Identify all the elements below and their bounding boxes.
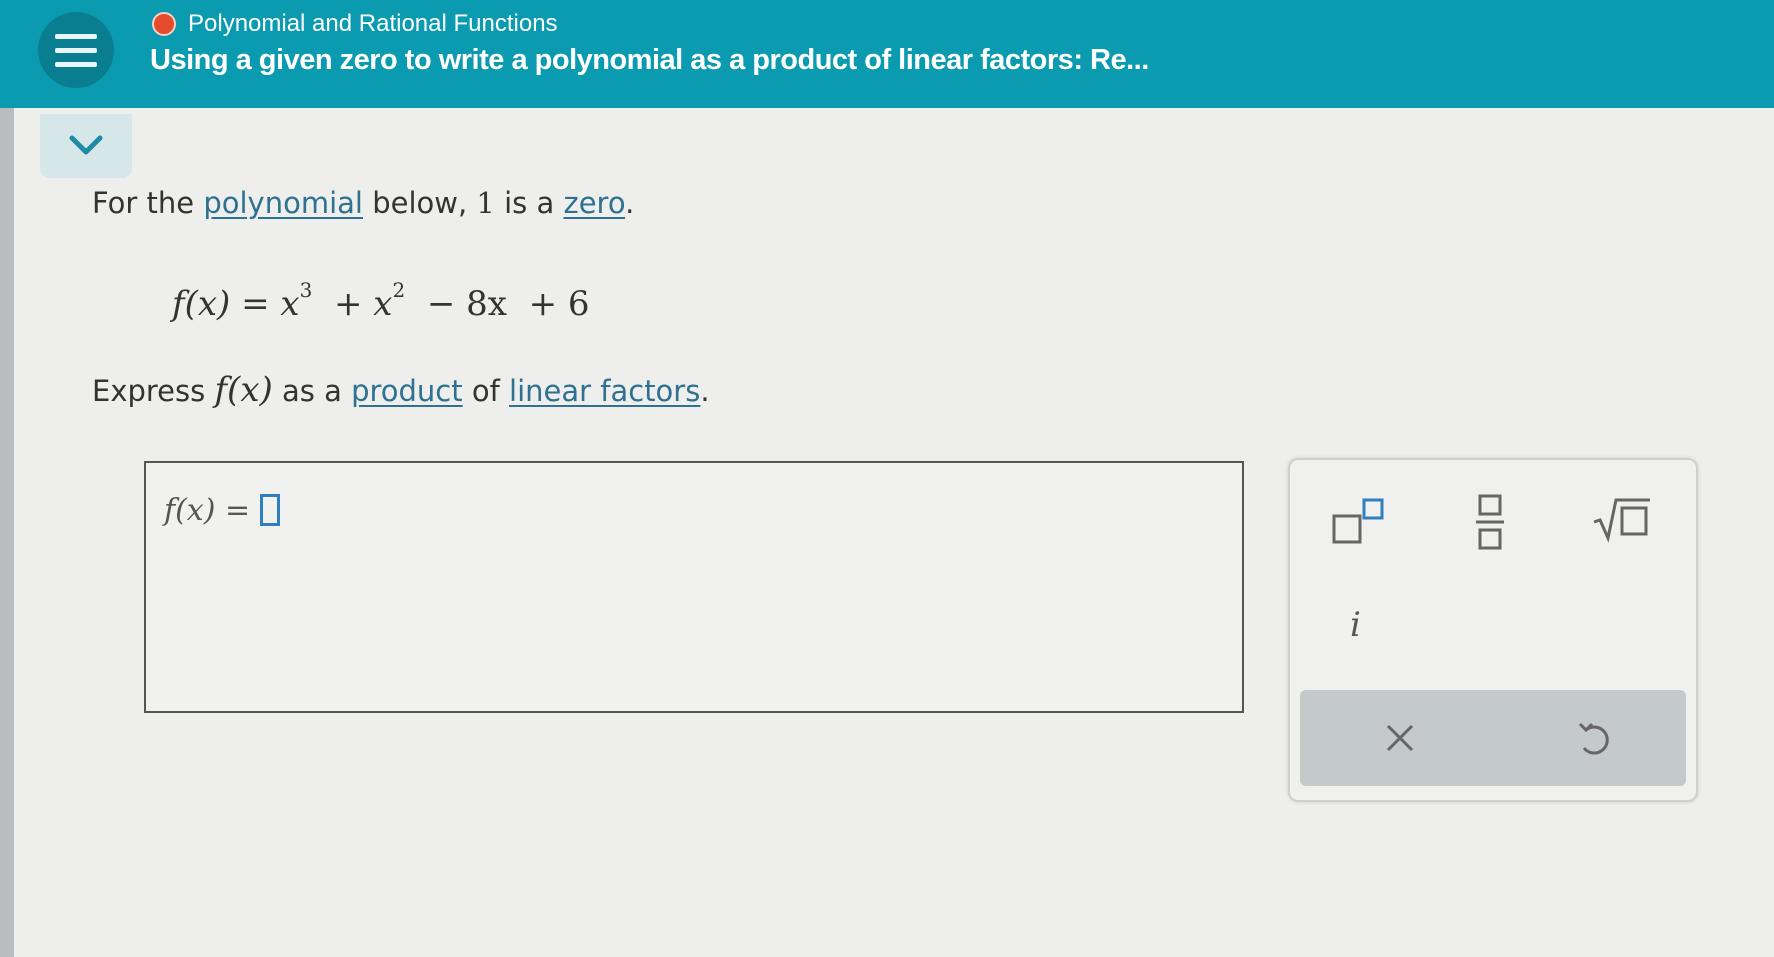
left-edge	[0, 108, 14, 957]
equation-equals: =	[241, 284, 270, 324]
collapse-button[interactable]	[40, 114, 132, 178]
equation-operator: −	[426, 284, 456, 324]
square-root-icon	[1593, 498, 1650, 543]
fraction-button[interactable]	[1470, 492, 1510, 552]
question-line-2: Express f(x) as a product of linear fact…	[92, 370, 710, 410]
hamburger-icon-bar	[55, 47, 97, 53]
zero-link[interactable]: zero	[563, 186, 625, 220]
fx-expression: f(x)	[214, 370, 273, 410]
menu-button[interactable]	[38, 12, 114, 88]
question-text: For the	[92, 186, 195, 220]
question-text: is a	[504, 186, 555, 220]
equation-operator: +	[528, 284, 558, 324]
polynomial-link[interactable]: polynomial	[203, 186, 363, 220]
page-title: Using a given zero to write a polynomial…	[150, 44, 1149, 76]
question-text: Express	[92, 374, 206, 408]
imaginary-unit-button[interactable]: i	[1350, 605, 1361, 645]
zero-value: 1	[476, 186, 495, 220]
superscript-button[interactable]	[1330, 496, 1390, 546]
equation-operator: +	[333, 284, 363, 324]
status-dot-icon	[152, 12, 176, 36]
question-text: .	[625, 186, 635, 220]
product-link[interactable]: product	[351, 374, 463, 408]
answer-input-slot[interactable]	[260, 494, 281, 526]
clear-icon	[1386, 724, 1414, 752]
fraction-icon	[1476, 494, 1504, 550]
linear-factors-link[interactable]: linear factors	[509, 374, 700, 408]
chevron-down-icon	[69, 135, 103, 155]
answer-label: f(x) =	[164, 493, 281, 528]
equation-exponent: 2	[392, 278, 406, 302]
answer-label-text: f(x) =	[164, 493, 251, 528]
equation-exponent: 3	[299, 278, 313, 302]
square-root-button[interactable]	[1590, 492, 1654, 546]
superscript-icon	[1332, 498, 1384, 544]
equation-lhs: f(x)	[172, 284, 231, 324]
equation-term: x	[280, 284, 300, 324]
header-bar: Polynomial and Rational Functions Using …	[0, 0, 1774, 108]
question-text: .	[700, 374, 710, 408]
topic-row: Polynomial and Rational Functions	[152, 8, 558, 40]
hamburger-icon-bar	[55, 61, 97, 67]
polynomial-equation: f(x) = x3 + x2 − 8x + 6	[172, 278, 590, 324]
math-keypad: i	[1288, 458, 1698, 802]
equation-term: x	[373, 284, 393, 324]
clear-button[interactable]	[1380, 718, 1420, 758]
keypad-action-row	[1300, 690, 1686, 786]
question-line-1: For the polynomial below, 1 is a zero.	[92, 186, 634, 220]
question-text: below,	[372, 186, 468, 220]
hamburger-icon-bar	[55, 33, 97, 39]
equation-term: 6	[567, 284, 590, 324]
question-text: of	[471, 374, 500, 408]
undo-icon	[1578, 722, 1609, 755]
undo-button[interactable]	[1574, 716, 1614, 760]
answer-input-box[interactable]: f(x) =	[144, 461, 1244, 713]
topic-name: Polynomial and Rational Functions	[188, 10, 558, 37]
equation-term: 8x	[466, 284, 507, 324]
question-text: as a	[281, 374, 342, 408]
